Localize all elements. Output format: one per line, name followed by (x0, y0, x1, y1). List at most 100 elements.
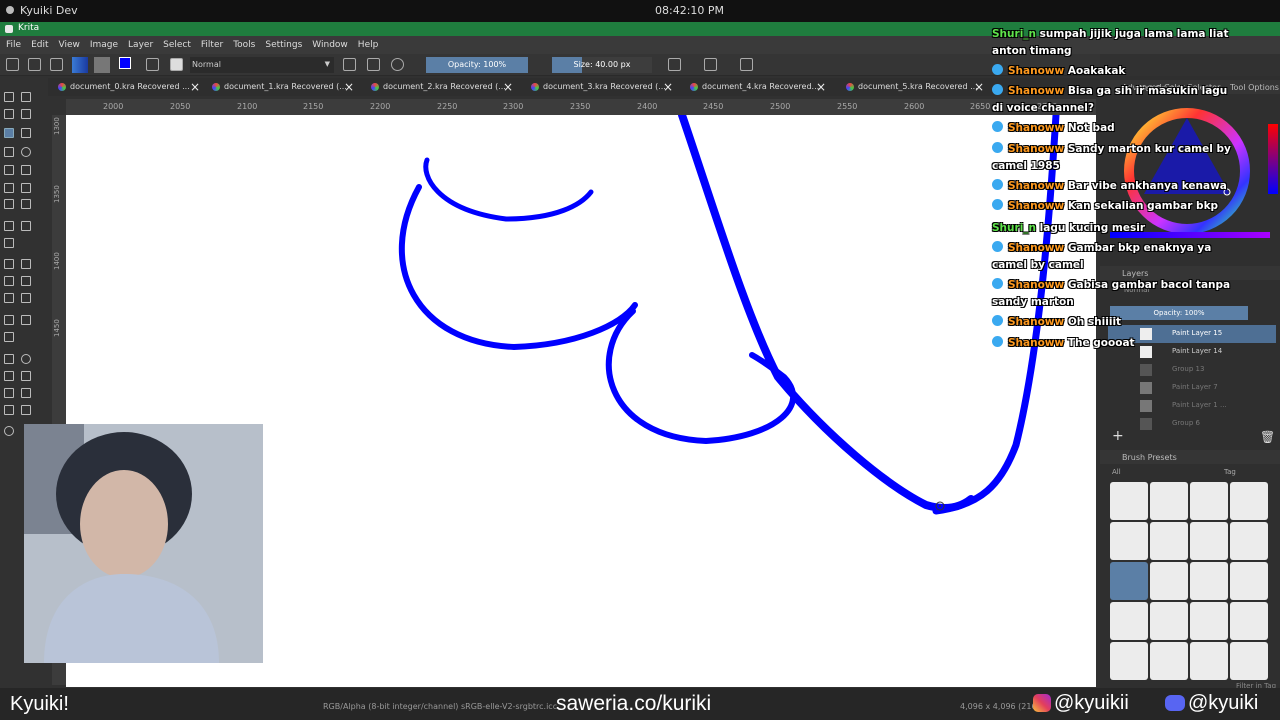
outline-select-tool-icon[interactable] (21, 371, 31, 381)
menu-view[interactable]: View (53, 36, 84, 50)
gradient-tool-icon[interactable] (4, 259, 14, 269)
brush-preset[interactable] (1190, 482, 1228, 520)
eraser-mode-icon[interactable] (343, 58, 356, 71)
color-picker-tool-icon[interactable] (21, 259, 31, 269)
brush-preset-icon[interactable] (170, 58, 183, 71)
preserve-alpha-icon[interactable] (367, 58, 380, 71)
brush-preset[interactable] (1230, 482, 1268, 520)
zoom-tool-icon[interactable] (4, 426, 14, 436)
pattern-selector-icon[interactable] (94, 57, 110, 73)
layer-row[interactable]: Group 13 (1108, 361, 1276, 379)
brush-preset[interactable] (1110, 522, 1148, 560)
foreground-color-swatch[interactable] (119, 57, 131, 69)
layer-row[interactable]: Group 6 (1108, 415, 1276, 433)
size-slider[interactable]: Size: 40.00 px (552, 57, 652, 73)
wrap-around-icon[interactable] (740, 58, 753, 71)
fill-tool-icon[interactable] (4, 293, 14, 303)
close-icon[interactable]: × (663, 80, 673, 94)
brush-preset[interactable] (1150, 522, 1188, 560)
enclose-fill-tool-icon[interactable] (21, 293, 31, 303)
rectangle-tool-icon[interactable] (4, 147, 14, 157)
ellipse-select-tool-icon[interactable] (21, 354, 31, 364)
brush-preset[interactable] (1190, 562, 1228, 600)
brush-preset[interactable] (1190, 522, 1228, 560)
brush-preset[interactable] (1150, 562, 1188, 600)
freehand-path-tool-icon[interactable] (21, 183, 31, 193)
calligraphy-tool-icon[interactable] (21, 109, 31, 119)
select-shapes-tool-icon[interactable] (4, 92, 14, 102)
reload-preset-icon[interactable] (391, 58, 404, 71)
polygon-select-tool-icon[interactable] (4, 371, 14, 381)
menu-file[interactable]: File (0, 36, 25, 50)
similar-select-tool-icon[interactable] (21, 388, 31, 398)
tab-document-0[interactable]: document_0.kra Recovered ... × (56, 79, 206, 95)
dynamic-brush-tool-icon[interactable] (4, 199, 14, 209)
brush-preset[interactable] (1230, 562, 1268, 600)
reference-tool-icon[interactable] (4, 332, 14, 342)
contiguous-select-tool-icon[interactable] (4, 388, 14, 398)
text-tool-icon[interactable] (21, 92, 31, 102)
menu-image[interactable]: Image (84, 36, 122, 50)
menu-filter[interactable]: Filter (195, 36, 227, 50)
delete-layer-icon[interactable]: 🗑 (1260, 430, 1275, 444)
transform-tool-icon[interactable] (4, 238, 14, 248)
close-icon[interactable]: × (503, 80, 513, 94)
freehand-brush-tool-icon[interactable] (4, 128, 14, 138)
edit-shapes-tool-icon[interactable] (4, 109, 14, 119)
tab-document-4[interactable]: document_4.kra Recovered... × (688, 79, 838, 95)
brush-preset[interactable] (1150, 642, 1188, 680)
menu-select[interactable]: Select (157, 36, 195, 50)
assistant-tool-icon[interactable] (4, 315, 14, 325)
line-tool-icon[interactable] (21, 128, 31, 138)
menu-layer[interactable]: Layer (122, 36, 157, 50)
opacity-slider[interactable]: Opacity: 100% (426, 57, 528, 73)
magnetic-select-tool-icon[interactable] (21, 405, 31, 415)
menu-tools[interactable]: Tools (227, 36, 259, 50)
bezier-tool-icon[interactable] (4, 183, 14, 193)
rect-select-tool-icon[interactable] (4, 354, 14, 364)
measure-tool-icon[interactable] (21, 315, 31, 325)
brush-preset[interactable] (1110, 602, 1148, 640)
layer-row[interactable]: Paint Layer 7 (1108, 379, 1276, 397)
os-menu-icon[interactable] (6, 6, 14, 14)
move-tool-icon[interactable] (21, 221, 31, 231)
multibrush-tool-icon[interactable] (21, 199, 31, 209)
menu-settings[interactable]: Settings (259, 36, 306, 50)
blend-mode-select[interactable]: Normal ▼ (190, 57, 334, 73)
open-document-icon[interactable] (28, 58, 41, 71)
tab-document-2[interactable]: document_2.kra Recovered (... × (369, 79, 519, 95)
polygon-tool-icon[interactable] (4, 165, 14, 175)
mirror-vertical-icon[interactable] (704, 58, 717, 71)
brush-preset[interactable] (1150, 602, 1188, 640)
brush-filter-select[interactable]: All (1112, 468, 1121, 476)
layer-row[interactable]: Paint Layer 1 ... (1108, 397, 1276, 415)
menu-edit[interactable]: Edit (25, 36, 52, 50)
brush-settings-icon[interactable] (146, 58, 159, 71)
polyline-tool-icon[interactable] (21, 165, 31, 175)
tab-document-3[interactable]: document_3.kra Recovered (... × (529, 79, 679, 95)
brush-preset[interactable] (1230, 602, 1268, 640)
brush-preset[interactable] (1190, 642, 1228, 680)
bezier-select-tool-icon[interactable] (4, 405, 14, 415)
brush-preset-selected[interactable] (1110, 562, 1148, 600)
tab-document-5[interactable]: document_5.kra Recovered ... × (844, 79, 994, 95)
brush-tag-button[interactable]: Tag (1224, 468, 1236, 476)
brush-preset[interactable] (1190, 602, 1228, 640)
menu-window[interactable]: Window (306, 36, 352, 50)
smart-patch-tool-icon[interactable] (21, 276, 31, 286)
brush-preset[interactable] (1150, 482, 1188, 520)
save-document-icon[interactable] (50, 58, 63, 71)
close-icon[interactable]: × (974, 80, 984, 94)
add-layer-icon[interactable]: + (1112, 428, 1124, 444)
brush-preset[interactable] (1230, 642, 1268, 680)
mirror-horizontal-icon[interactable] (668, 58, 681, 71)
brush-preset[interactable] (1110, 642, 1148, 680)
history-color-strip[interactable] (1268, 124, 1278, 194)
new-document-icon[interactable] (6, 58, 19, 71)
close-icon[interactable]: × (816, 80, 826, 94)
brush-preset[interactable] (1110, 482, 1148, 520)
close-icon[interactable]: × (344, 80, 354, 94)
tab-document-1[interactable]: document_1.kra Recovered (... × (210, 79, 360, 95)
close-icon[interactable]: × (190, 80, 200, 94)
ellipse-tool-icon[interactable] (21, 147, 31, 157)
